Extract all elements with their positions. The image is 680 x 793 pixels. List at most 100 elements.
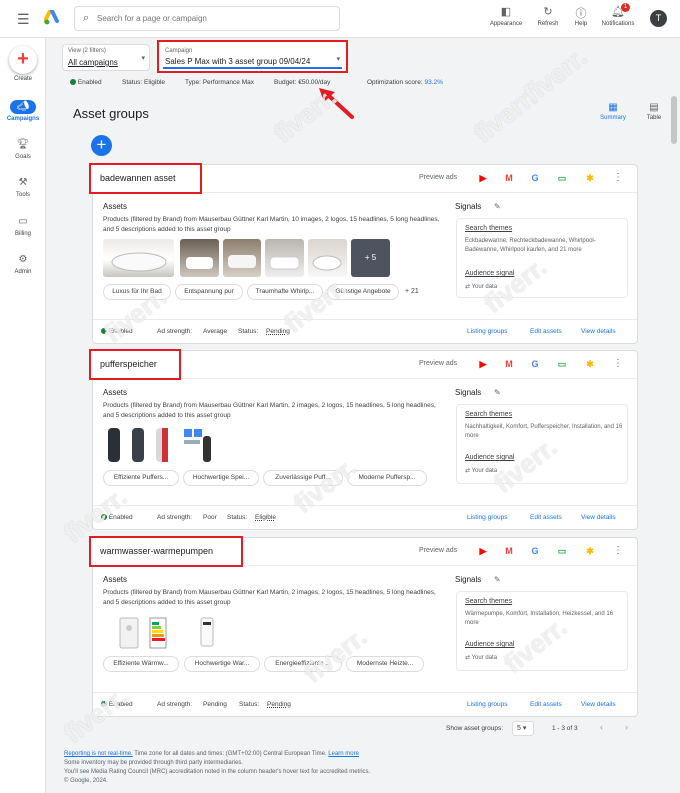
enabled-dot xyxy=(101,701,107,708)
audience-signal-link[interactable]: Audience signal xyxy=(465,270,514,277)
headline-chip[interactable]: Moderne Puffersp... xyxy=(347,470,427,486)
card-icon: ▭ xyxy=(18,216,28,227)
edit-pencil-icon[interactable]: ✎ xyxy=(494,202,501,211)
view-selector[interactable]: View (2 filters) All campaigns ▾ xyxy=(62,44,150,71)
tank-thumbnail xyxy=(103,426,125,464)
next-page-icon[interactable]: › xyxy=(625,722,628,732)
nav-label: Admin xyxy=(14,269,32,275)
headline-chip[interactable]: Entspannung pur xyxy=(175,284,243,300)
youtube-icon[interactable]: ▶ xyxy=(477,545,489,557)
gmail-icon[interactable]: M xyxy=(503,545,515,557)
discover-icon[interactable]: ✱ xyxy=(584,545,596,557)
notifications-button[interactable]: 🔔︎ 1 Notifications xyxy=(596,3,640,27)
prev-page-icon[interactable]: ‹ xyxy=(600,722,603,732)
gmail-icon[interactable]: M xyxy=(503,358,515,370)
edit-assets-link[interactable]: Edit assets xyxy=(530,701,562,708)
display-icon[interactable]: ▭ xyxy=(556,358,568,370)
more-options-icon[interactable]: ⋮ xyxy=(613,172,623,183)
status-value[interactable]: Pending xyxy=(266,328,290,335)
headline-chip[interactable]: Luxus für Ihr Bad xyxy=(103,284,171,300)
campaign-selector[interactable]: Campaign Sales P Max with 3 asset group … xyxy=(157,40,348,73)
add-asset-group-button[interactable]: + xyxy=(91,135,112,156)
scrollbar[interactable] xyxy=(671,96,677,144)
listing-groups-link[interactable]: Listing groups xyxy=(467,701,507,708)
google-search-icon[interactable]: G xyxy=(529,358,541,370)
youtube-icon[interactable]: ▶ xyxy=(477,172,489,184)
more-options-icon[interactable]: ⋮ xyxy=(613,545,623,556)
nav-goals[interactable]: 🏆︎ Goals xyxy=(0,138,46,160)
learn-more-link[interactable]: Learn more xyxy=(328,751,359,757)
headline-chip[interactable]: Traumhafte Whirlp... xyxy=(247,284,323,300)
view-details-link[interactable]: View details xyxy=(581,701,616,708)
asset-thumbnails[interactable]: + 5 xyxy=(103,239,393,277)
create-button[interactable]: + xyxy=(9,46,37,74)
signals-section: Signals ✎ Search themes Eckbadewanne, Re… xyxy=(455,202,629,302)
headline-chip[interactable]: Hochwertige Spei... xyxy=(183,470,259,486)
product-thumbnail xyxy=(181,426,213,464)
more-options-icon[interactable]: ⋮ xyxy=(613,358,623,369)
summary-view-toggle[interactable]: ▦ Summary xyxy=(595,102,631,121)
headline-chip[interactable]: Modernste Heizte... xyxy=(346,656,424,672)
headline-chip[interactable]: Hochwertige War... xyxy=(184,656,260,672)
table-view-toggle[interactable]: ▤ Table xyxy=(636,102,672,121)
audience-signal-link[interactable]: Audience signal xyxy=(465,641,514,648)
nav-billing[interactable]: ▭ Billing xyxy=(0,215,46,237)
page-size-select[interactable]: 5 ▾ xyxy=(512,721,534,736)
search-themes-link[interactable]: Search themes xyxy=(465,411,512,418)
discover-icon[interactable]: ✱ xyxy=(584,172,596,184)
nav-label: Goals xyxy=(15,154,31,160)
listing-groups-link[interactable]: Listing groups xyxy=(467,514,507,521)
headline-chip[interactable]: Energieeffiziente ... xyxy=(264,656,342,672)
display-icon[interactable]: ▭ xyxy=(556,172,568,184)
more-assets-overlay[interactable]: + 5 xyxy=(351,239,390,277)
menu-icon[interactable]: ☰ xyxy=(17,11,30,28)
edit-pencil-icon[interactable]: ✎ xyxy=(494,575,501,584)
optimization-score[interactable]: Optimization score: 93.2% xyxy=(367,79,443,86)
audience-signal-link[interactable]: Audience signal xyxy=(465,454,514,461)
enabled-status: Enabled xyxy=(70,79,102,86)
edit-pencil-icon[interactable]: ✎ xyxy=(494,388,501,397)
nav-tools[interactable]: ⚒ Tools xyxy=(0,176,46,198)
status-value[interactable]: Eligible xyxy=(255,514,276,521)
heat-pump-thumbnail xyxy=(193,614,219,652)
google-ads-logo[interactable] xyxy=(44,10,60,26)
red-arrow-annotation xyxy=(319,88,354,119)
headline-chip[interactable]: Günstige Angebote xyxy=(327,284,399,300)
asset-group-name[interactable]: pufferspeicher xyxy=(89,349,181,380)
gmail-icon[interactable]: M xyxy=(503,172,515,184)
enabled-dot xyxy=(70,79,76,86)
assets-description: Products (filtered by Brand) from Mauser… xyxy=(103,216,440,233)
search-box[interactable]: ⌕ xyxy=(74,6,340,31)
avatar[interactable]: T xyxy=(650,10,667,27)
nav-campaigns[interactable]: 📣︎ Campaigns xyxy=(0,100,46,122)
enabled-status: Enabled xyxy=(101,701,133,708)
google-search-icon[interactable]: G xyxy=(529,172,541,184)
ad-strength-value: Average xyxy=(203,328,228,335)
headline-chip[interactable]: Effiziente Wärmw... xyxy=(103,656,179,672)
nav-admin[interactable]: ⚙ Admin xyxy=(0,253,46,275)
asset-group-name[interactable]: badewannen asset xyxy=(89,163,202,194)
asset-thumbnails[interactable] xyxy=(103,614,223,652)
headline-chip[interactable]: Effiziente Puffers... xyxy=(103,470,179,486)
discover-icon[interactable]: ✱ xyxy=(584,358,596,370)
headline-chip[interactable]: Zuverlässige Puff... xyxy=(263,470,343,486)
search-themes-link[interactable]: Search themes xyxy=(465,598,512,605)
listing-groups-link[interactable]: Listing groups xyxy=(467,328,507,335)
appearance-button[interactable]: ◧ Appearance xyxy=(484,5,528,27)
asset-group-name[interactable]: warmwasser-warmepumpen xyxy=(89,536,243,567)
edit-assets-link[interactable]: Edit assets xyxy=(530,514,562,521)
status-value[interactable]: Pending xyxy=(267,701,291,708)
search-icon: ⌕ xyxy=(83,12,90,24)
edit-assets-link[interactable]: Edit assets xyxy=(530,328,562,335)
display-icon[interactable]: ▭ xyxy=(556,545,568,557)
google-search-icon[interactable]: G xyxy=(529,545,541,557)
asset-thumbnails[interactable] xyxy=(103,426,213,464)
view-details-link[interactable]: View details xyxy=(581,328,616,335)
trophy-icon: 🏆︎ xyxy=(16,139,30,150)
view-details-link[interactable]: View details xyxy=(581,514,616,521)
reporting-link[interactable]: Reporting is not real-time. xyxy=(64,751,133,757)
search-themes-link[interactable]: Search themes xyxy=(465,225,512,232)
search-input[interactable] xyxy=(97,10,327,27)
youtube-icon[interactable]: ▶ xyxy=(477,358,489,370)
more-headlines-count[interactable]: + 21 xyxy=(405,284,419,300)
